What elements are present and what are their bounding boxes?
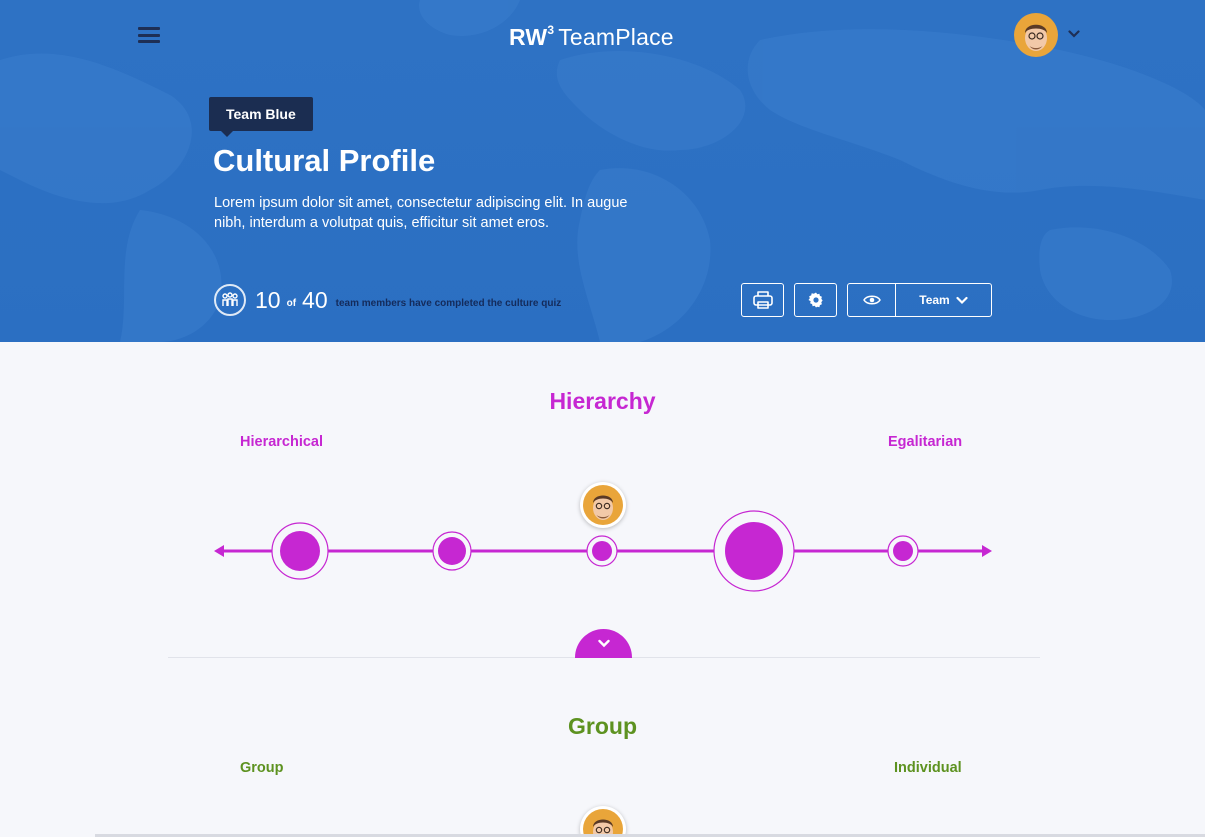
page-title: Cultural Profile bbox=[213, 143, 436, 178]
view-select-value: Team bbox=[919, 293, 950, 307]
pole-right-hierarchy: Egalitarian bbox=[888, 434, 963, 450]
view-selector[interactable]: Team bbox=[847, 283, 992, 317]
section-title-hierarchy: Hierarchy bbox=[549, 388, 656, 414]
brand-logo[interactable]: RW3 TeamPlace bbox=[509, 23, 674, 51]
completed-count: 10 bbox=[255, 286, 281, 313]
team-tag: Team Blue bbox=[209, 97, 313, 137]
scale-marker-3[interactable] bbox=[586, 535, 618, 567]
scale-marker-4[interactable] bbox=[713, 510, 795, 592]
brand-superscript: 3 bbox=[547, 23, 555, 38]
scale-marker-5[interactable] bbox=[887, 535, 919, 567]
print-button[interactable] bbox=[741, 283, 784, 317]
hero-banner: RW3 TeamPlace Team Blue Cultural Profile … bbox=[0, 0, 1205, 342]
chevron-down-icon bbox=[956, 296, 968, 304]
user-avatar-image bbox=[583, 809, 623, 837]
hamburger-menu-icon[interactable] bbox=[138, 27, 160, 45]
progress-message: team members have completed the culture … bbox=[335, 297, 562, 309]
total-count: 40 bbox=[302, 286, 328, 313]
user-avatar-image bbox=[583, 485, 623, 525]
of-label: of bbox=[286, 297, 297, 309]
pole-right-group: Individual bbox=[894, 760, 962, 776]
pole-left-group: Group bbox=[240, 760, 284, 776]
user-position-avatar-group[interactable] bbox=[580, 806, 626, 837]
gear-icon bbox=[808, 292, 823, 308]
expand-section-button[interactable] bbox=[575, 629, 632, 658]
section-title-group: Group bbox=[568, 713, 637, 739]
eye-icon[interactable] bbox=[848, 284, 896, 316]
team-members-icon bbox=[214, 284, 246, 316]
scale-arrow-right bbox=[982, 545, 992, 557]
printer-icon bbox=[752, 291, 773, 309]
chevron-down-icon bbox=[597, 639, 610, 648]
user-avatar-image bbox=[1014, 13, 1058, 57]
scale-marker-2[interactable] bbox=[432, 531, 472, 571]
pole-left-hierarchy: Hierarchical bbox=[240, 434, 324, 450]
chevron-down-icon[interactable] bbox=[1068, 29, 1080, 39]
scale-arrow-left bbox=[214, 545, 224, 557]
scale-marker-1[interactable] bbox=[271, 522, 329, 580]
user-position-avatar[interactable] bbox=[580, 482, 626, 528]
brand-prefix: RW bbox=[509, 24, 548, 50]
brand-name: TeamPlace bbox=[558, 24, 674, 50]
view-select-dropdown[interactable]: Team bbox=[896, 293, 991, 307]
user-avatar[interactable] bbox=[1014, 13, 1058, 57]
quiz-progress: 10 of 40 team members have completed the… bbox=[214, 283, 561, 317]
page-description: Lorem ipsum dolor sit amet, consectetur … bbox=[214, 195, 628, 231]
settings-button[interactable] bbox=[794, 283, 837, 317]
